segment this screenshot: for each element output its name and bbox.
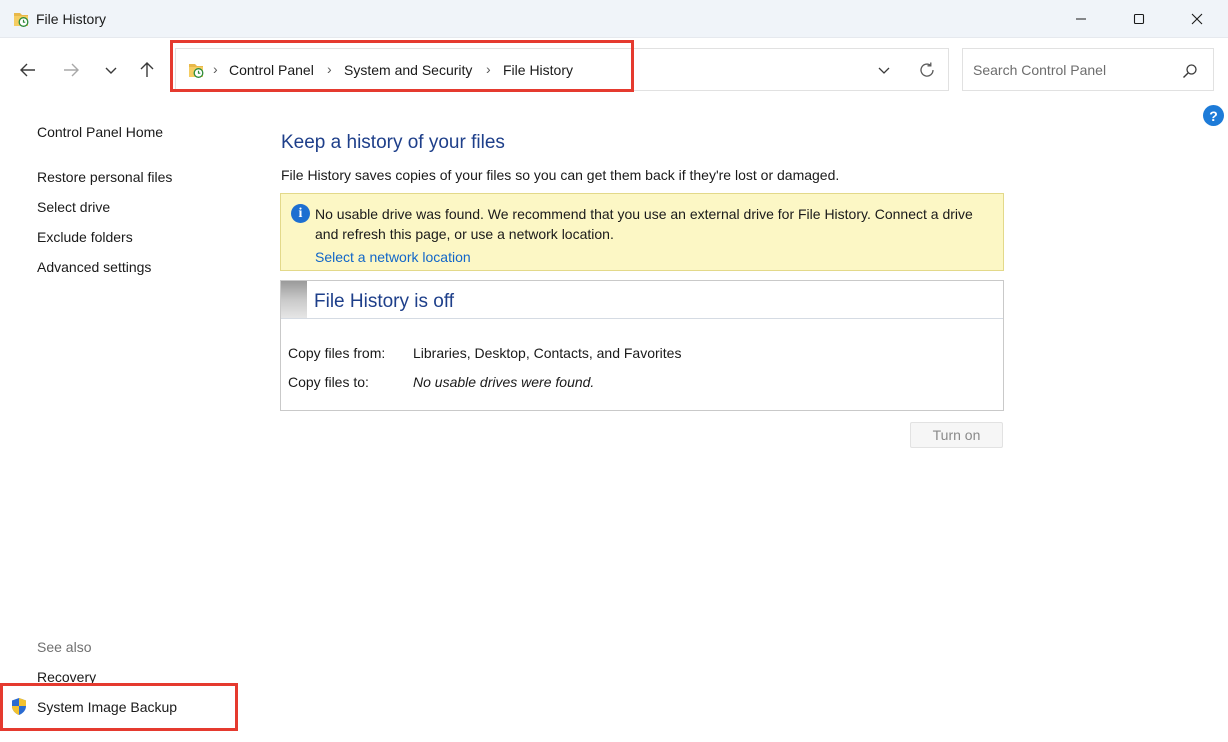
address-dropdown-button[interactable] bbox=[872, 59, 896, 81]
status-indicator bbox=[281, 281, 307, 318]
file-history-icon bbox=[189, 64, 204, 78]
select-drive-link[interactable]: Select drive bbox=[37, 199, 110, 215]
status-header: File History is off bbox=[281, 281, 1003, 319]
search-icon bbox=[1183, 64, 1197, 78]
file-history-icon bbox=[14, 13, 29, 27]
copy-from-label: Copy files from: bbox=[288, 345, 386, 361]
refresh-icon bbox=[920, 62, 934, 77]
recent-locations-button[interactable] bbox=[97, 56, 125, 84]
recovery-link[interactable]: Recovery bbox=[37, 669, 96, 685]
advanced-settings-link[interactable]: Advanced settings bbox=[37, 259, 151, 275]
breadcrumb-control-panel[interactable]: Control Panel bbox=[229, 62, 314, 78]
breadcrumb-separator: › bbox=[213, 61, 218, 77]
system-image-backup-link[interactable]: System Image Backup bbox=[37, 699, 177, 715]
info-message: No usable drive was found. We recommend … bbox=[315, 206, 973, 242]
arrow-up-icon bbox=[140, 62, 154, 77]
shield-icon bbox=[12, 698, 26, 715]
control-panel-home-link[interactable]: Control Panel Home bbox=[37, 124, 163, 140]
breadcrumb-system-and-security[interactable]: System and Security bbox=[344, 62, 472, 78]
up-button[interactable] bbox=[133, 56, 161, 84]
breadcrumb-separator: › bbox=[327, 61, 332, 77]
select-network-location-link[interactable]: Select a network location bbox=[315, 249, 471, 265]
help-button[interactable]: ? bbox=[1203, 105, 1224, 126]
minimize-icon bbox=[1076, 18, 1086, 20]
copy-to-label: Copy files to: bbox=[288, 374, 369, 390]
chevron-down-icon bbox=[878, 67, 890, 74]
copy-to-value: No usable drives were found. bbox=[413, 374, 595, 390]
search-input[interactable] bbox=[964, 50, 1174, 89]
status-panel: File History is off Copy files from: Lib… bbox=[280, 280, 1004, 411]
address-bar[interactable]: › Control Panel › System and Security › … bbox=[175, 48, 949, 91]
maximize-button[interactable] bbox=[1110, 0, 1168, 38]
search-icon[interactable] bbox=[1179, 60, 1201, 82]
chevron-down-icon bbox=[105, 67, 117, 74]
copy-from-value: Libraries, Desktop, Contacts, and Favori… bbox=[413, 345, 682, 361]
turn-on-button[interactable]: Turn on bbox=[910, 422, 1003, 448]
title-bar: File History bbox=[0, 0, 1228, 38]
see-also-label: See also bbox=[37, 639, 92, 655]
refresh-button[interactable] bbox=[914, 58, 940, 82]
back-button[interactable] bbox=[14, 56, 42, 84]
maximize-icon bbox=[1133, 13, 1145, 25]
exclude-folders-link[interactable]: Exclude folders bbox=[37, 229, 133, 245]
page-title: Keep a history of your files bbox=[281, 132, 505, 153]
info-icon: i bbox=[291, 204, 310, 223]
info-banner: i No usable drive was found. We recommen… bbox=[280, 193, 1004, 271]
status-title: File History is off bbox=[314, 291, 455, 312]
breadcrumb-file-history[interactable]: File History bbox=[503, 62, 573, 78]
page-description: File History saves copies of your files … bbox=[281, 167, 840, 183]
forward-button[interactable] bbox=[57, 56, 85, 84]
arrow-left-icon bbox=[20, 63, 35, 77]
restore-personal-files-link[interactable]: Restore personal files bbox=[37, 169, 172, 185]
close-button[interactable] bbox=[1168, 0, 1226, 38]
minimize-button[interactable] bbox=[1052, 0, 1110, 38]
arrow-right-icon bbox=[64, 63, 79, 77]
breadcrumb-separator: › bbox=[486, 61, 491, 77]
close-icon bbox=[1191, 13, 1203, 25]
window-title: File History bbox=[36, 11, 107, 27]
search-box bbox=[962, 48, 1214, 91]
